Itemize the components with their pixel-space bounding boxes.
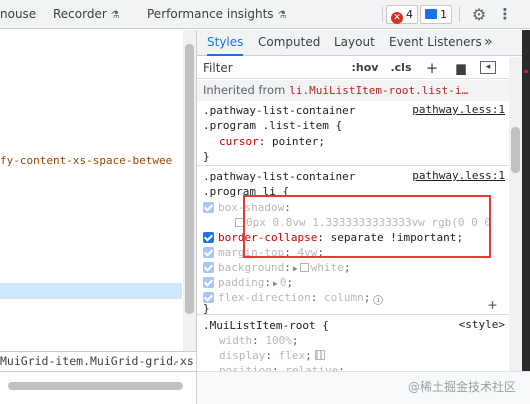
rule-selector[interactable]: .pathway-list-container	[203, 169, 355, 184]
watermark: @稀土掘金技术社区	[407, 380, 516, 394]
property-name: display	[219, 349, 266, 362]
expand-arrow-icon[interactable]: ▶	[293, 264, 298, 273]
hov-toggle[interactable]: :hov	[350, 59, 380, 77]
property-value: flex	[278, 349, 306, 362]
style-property[interactable]: padding: ▶ 0;	[203, 275, 293, 290]
rule-source-link[interactable]: <style>	[459, 318, 505, 331]
tab-recorder[interactable]: Recorder ⚗	[53, 0, 120, 29]
inherited-from-row: Inherited from li.MuiListItem-root.list-i…	[197, 80, 509, 101]
rule-close-brace: }	[203, 302, 210, 315]
elements-tree: fy-content-xs-space-betwee	[0, 30, 182, 351]
page-edge-accent	[524, 70, 528, 73]
tab-computed[interactable]: Computed	[258, 30, 320, 56]
breadcrumb-more[interactable]: ...	[171, 352, 192, 370]
tab-styles[interactable]: Styles	[207, 30, 244, 56]
new-rule-icon[interactable]: +	[425, 59, 439, 77]
rule-source-link[interactable]: pathway.less:1	[412, 169, 505, 182]
property-value: column	[323, 291, 364, 304]
highlight-annotation-box	[243, 195, 491, 258]
errors-count: 4	[406, 8, 413, 21]
property-checkbox[interactable]	[203, 262, 214, 273]
inherited-selector-link[interactable]: li.MuiListItem-root.list-i…	[289, 84, 468, 97]
property-value: 0	[279, 276, 287, 289]
property-value: relative	[285, 364, 339, 371]
tabs-overflow-chevron-icon[interactable]: »	[484, 30, 493, 56]
inherited-label: Inherited from	[203, 83, 286, 97]
tab-event-listeners[interactable]: Event Listeners	[389, 30, 482, 56]
property-name: width	[219, 334, 253, 347]
element-class-snippet[interactable]: fy-content-xs-space-betwee	[0, 154, 172, 167]
messages-badge[interactable]: 1	[420, 5, 452, 24]
message-icon	[425, 9, 437, 19]
filter-bar: :hov .cls + ▆ ◂	[197, 57, 509, 79]
rule-source-link[interactable]: pathway.less:1	[412, 103, 505, 116]
style-property[interactable]: flex-direction: column; i	[203, 290, 384, 305]
toolbar-divider	[382, 7, 383, 22]
property-name: padding	[218, 276, 265, 289]
scrollbar-thumb[interactable]	[185, 44, 194, 314]
property-checkbox[interactable]	[203, 232, 214, 243]
gear-icon[interactable]: ⚙	[468, 0, 490, 29]
tab-layout[interactable]: Layout	[334, 30, 375, 56]
style-property[interactable]: position: relative;	[219, 363, 345, 371]
styles-tabbar: Styles Computed Layout Event Listeners »	[197, 30, 530, 56]
tab-label: nouse	[0, 7, 37, 21]
rule-selector[interactable]: .MuiListItem-root {	[203, 318, 329, 333]
property-value: white	[310, 261, 344, 274]
property-name: flex-direction	[218, 291, 311, 304]
info-icon[interactable]: i	[373, 295, 384, 305]
paint-icon[interactable]: ▆	[454, 59, 468, 77]
property-name: background	[218, 261, 285, 274]
toolbar-divider	[459, 7, 460, 22]
tab-lighthouse[interactable]: nouse	[0, 0, 36, 29]
messages-count: 1	[440, 8, 447, 21]
rule-selector[interactable]: .pathway-list-container	[203, 103, 355, 118]
page-edge-strip	[522, 30, 530, 371]
error-icon: ✕	[391, 12, 403, 24]
elements-vertical-scrollbar[interactable]	[183, 30, 196, 351]
expand-arrow-icon[interactable]: ▶	[273, 279, 278, 288]
style-property[interactable]: display: flex;	[219, 348, 325, 363]
cls-toggle[interactable]: .cls	[387, 59, 415, 77]
elements-horizontal-scroll-area	[0, 371, 196, 404]
tab-label: Performance insights	[147, 7, 274, 21]
flask-icon: ⚗	[277, 10, 287, 21]
rule-selector[interactable]: .program .list-item {	[203, 118, 342, 133]
scrollbar-thumb[interactable]	[511, 127, 520, 173]
style-rule: .MuiListItem-root { <style> width: 100%;…	[197, 317, 509, 371]
filter-input[interactable]	[201, 59, 339, 77]
horizontal-scrollbar-thumb[interactable]	[8, 382, 183, 390]
devtools-tabbar: nouse Recorder ⚗ Performance insights ⚗ ✕ 4…	[0, 0, 530, 29]
style-rule: .pathway-list-container pathway.less:1 .…	[197, 102, 509, 166]
flask-icon: ⚗	[110, 10, 120, 21]
color-swatch[interactable]	[299, 263, 309, 272]
selected-node-row[interactable]	[0, 283, 182, 299]
rule-close-brace: }	[203, 150, 210, 163]
property-value: 100%	[265, 334, 292, 347]
property-value: pointer	[272, 135, 319, 148]
style-property[interactable]: background: ▶ white;	[203, 260, 350, 275]
style-property[interactable]: width: 100%;	[219, 333, 299, 348]
breadcrumb-item[interactable]: MuiGrid-item.MuiGrid-grid-xs-5	[0, 354, 196, 368]
styles-vertical-scrollbar[interactable]	[509, 57, 522, 371]
sidebar-toggle-icon[interactable]: ◂	[480, 61, 496, 74]
property-name: cursor	[219, 135, 259, 148]
tab-performance-insights[interactable]: Performance insights ⚗	[147, 0, 287, 29]
property-checkbox[interactable]	[203, 247, 214, 258]
add-property-icon[interactable]: +	[488, 296, 497, 314]
property-checkbox[interactable]	[203, 277, 214, 288]
breadcrumb: MuiGrid-item.MuiGrid-grid-xs-5 ...	[0, 351, 196, 370]
property-checkbox[interactable]	[203, 202, 214, 213]
style-property[interactable]: cursor: pointer;	[219, 134, 325, 149]
tab-label: Recorder	[53, 7, 107, 21]
more-vertical-icon[interactable]: ⋮	[497, 0, 513, 29]
errors-badge[interactable]: ✕ 4	[386, 5, 418, 24]
flex-editor-icon[interactable]	[314, 350, 325, 360]
styles-bottom-area: @稀土掘金技术社区	[197, 371, 530, 404]
property-name: position	[219, 364, 272, 371]
